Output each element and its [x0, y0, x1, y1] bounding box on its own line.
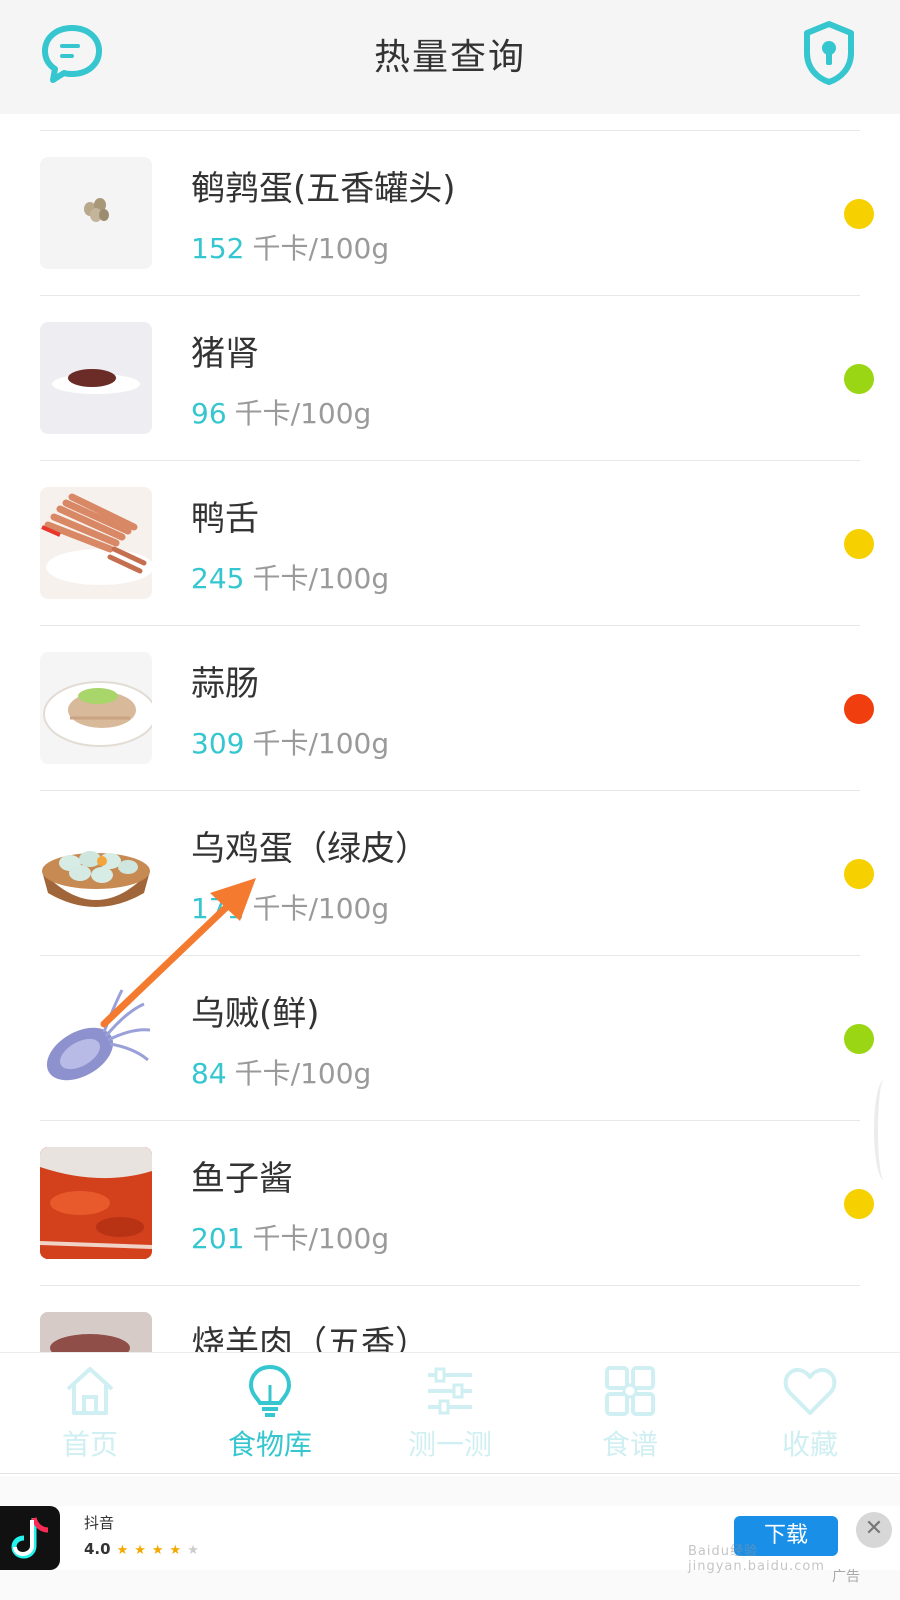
page-title: 热量查询	[373, 37, 526, 78]
food-calories: 201 千卡/100g	[191, 1222, 390, 1255]
food-item[interactable]: 乌贼(鲜) 84 千卡/100g	[40, 956, 874, 1121]
food-name: 猪肾	[191, 334, 259, 374]
food-calories: 84 千卡/100g	[191, 1057, 372, 1090]
food-calories: 171 千卡/100g	[191, 892, 390, 925]
tab-food-library[interactable]: 食物库	[210, 1363, 330, 1467]
tab-label: 食物库	[227, 1428, 312, 1461]
tab-label: 测一测	[407, 1428, 492, 1461]
heart-icon	[783, 1367, 837, 1415]
food-item[interactable]: 鸭舌 245 千卡/100g	[40, 461, 874, 626]
food-item[interactable]: 猪肾 96 千卡/100g	[40, 296, 874, 461]
tab-label: 收藏	[781, 1428, 838, 1461]
food-item[interactable]: 烧羊肉（五香）	[40, 1286, 860, 1352]
food-name: 乌鸡蛋（绿皮）	[191, 829, 429, 869]
ad-app-name: 抖音	[84, 1514, 115, 1532]
calorie-level-dot	[844, 199, 874, 229]
tab-home[interactable]: 首页	[30, 1363, 150, 1467]
food-thumbnail	[40, 322, 152, 434]
food-calories: 245 千卡/100g	[191, 562, 390, 595]
food-name: 鱼子酱	[191, 1159, 293, 1199]
star-icon: ★★★★	[116, 1543, 188, 1558]
bottom-tab-bar: 首页 食物库 测一测 食谱 收藏	[0, 1352, 900, 1474]
calorie-level-dot	[844, 859, 874, 889]
food-name: 乌贼(鲜)	[191, 994, 320, 1034]
food-name: 烧羊肉（五香）	[191, 1324, 429, 1352]
food-thumbnail	[40, 1312, 152, 1352]
food-thumbnail	[40, 157, 152, 269]
food-thumbnail	[40, 1147, 152, 1259]
ad-banner[interactable]: 抖音 4.0 ★★★★★ 下载 ✕ 广告	[0, 1476, 900, 1600]
grid-icon	[605, 1366, 655, 1416]
food-thumbnail	[40, 817, 152, 929]
tab-test[interactable]: 测一测	[390, 1363, 510, 1467]
lightbulb-icon	[248, 1364, 292, 1417]
food-thumbnail	[40, 982, 152, 1094]
tab-favorites[interactable]: 收藏	[750, 1363, 870, 1467]
food-item[interactable]: 鹌鹑蛋(五香罐头) 152 千卡/100g	[40, 131, 874, 296]
food-item[interactable]: 乌鸡蛋（绿皮） 171 千卡/100g	[40, 791, 874, 956]
ad-rating: 4.0 ★★★★★	[84, 1540, 205, 1558]
shield-keyhole-icon[interactable]	[802, 20, 856, 86]
calorie-level-dot	[844, 364, 874, 394]
tab-label: 食谱	[601, 1428, 658, 1461]
food-thumbnail	[40, 652, 152, 764]
food-list[interactable]: 鹌鹑蛋(五香罐头) 152 千卡/100g 猪肾 96 千卡/100g 鸭舌 245…	[0, 114, 900, 1352]
calorie-level-dot	[844, 1024, 874, 1054]
food-name: 蒜肠	[191, 664, 259, 704]
sliders-icon	[428, 1367, 472, 1415]
food-item[interactable]: 蒜肠 309 千卡/100g	[40, 626, 874, 791]
food-item[interactable]: 鱼子酱 201 千卡/100g	[40, 1121, 874, 1286]
food-name: 鹌鹑蛋(五香罐头)	[191, 169, 456, 209]
food-thumbnail	[40, 487, 152, 599]
food-calories: 96 千卡/100g	[191, 397, 372, 430]
watermark: Baidu经验 jingyan.baidu.com	[688, 1544, 825, 1574]
food-calories: 309 千卡/100g	[191, 727, 390, 760]
star-icon: ★	[187, 1543, 205, 1558]
douyin-app-icon[interactable]	[0, 1506, 60, 1570]
food-calories: 152 千卡/100g	[191, 232, 390, 265]
home-icon	[66, 1367, 114, 1415]
food-name: 鸭舌	[191, 499, 259, 539]
calorie-level-dot	[844, 529, 874, 559]
top-bar: 热量查询	[0, 0, 900, 114]
scroll-handle[interactable]	[874, 1080, 894, 1180]
calorie-level-dot	[844, 1189, 874, 1219]
tab-recipes[interactable]: 食谱	[570, 1363, 690, 1467]
calorie-level-dot	[844, 694, 874, 724]
tab-label: 首页	[61, 1428, 118, 1461]
